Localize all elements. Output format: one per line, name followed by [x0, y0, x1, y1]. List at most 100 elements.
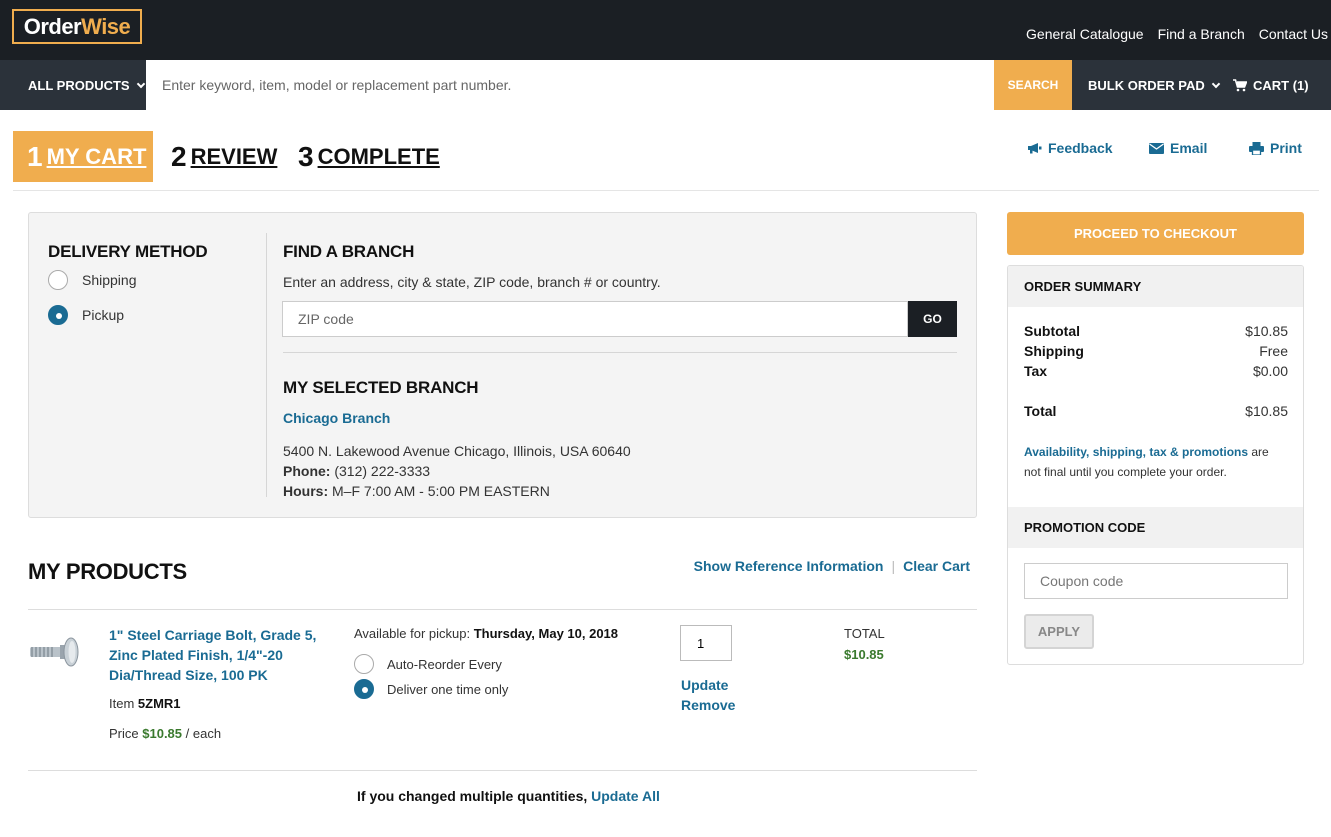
shipping-value: Free — [1259, 343, 1288, 359]
divider — [28, 770, 977, 771]
print-label: Print — [1270, 140, 1302, 156]
product-name-link[interactable]: 1" Steel Carriage Bolt, Grade 5, Zinc Pl… — [109, 625, 329, 685]
bulk-order-label: BULK ORDER PAD — [1088, 77, 1205, 93]
subtotal-value: $10.85 — [1245, 323, 1288, 339]
all-products-dropdown[interactable]: ALL PRODUCTS — [0, 60, 146, 110]
megaphone-icon — [1028, 143, 1042, 154]
phone-value: (312) 222-3333 — [334, 463, 431, 479]
product-actions: Show Reference Information | Clear Cart — [694, 558, 970, 574]
cart-icon — [1233, 78, 1247, 91]
product-image[interactable] — [28, 632, 80, 672]
tax-value: $0.00 — [1252, 363, 1288, 379]
feedback-link[interactable]: Feedback — [1027, 140, 1113, 156]
logo[interactable]: OrderWise — [12, 9, 142, 44]
product-item-number: Item 5ZMR1 — [109, 696, 181, 711]
delivery-option-shipping[interactable]: Shipping — [48, 270, 137, 290]
logo-text-order: Order — [23, 14, 82, 39]
subtotal-label: Subtotal — [1024, 323, 1080, 339]
note-link[interactable]: Availability, shipping, tax & promotions — [1024, 445, 1248, 459]
availability-label: Available for pickup: — [354, 626, 471, 641]
price-value: $10.85 — [142, 726, 183, 741]
delivery-panel: DELIVERY METHOD Shipping Pickup FIND A B… — [28, 212, 977, 518]
email-label: Email — [1170, 140, 1208, 156]
update-all-link[interactable]: Update All — [591, 788, 660, 804]
quantity-input[interactable] — [680, 625, 732, 661]
search-button[interactable]: SEARCH — [994, 60, 1072, 110]
email-link[interactable]: Email — [1149, 140, 1207, 156]
find-branch-description: Enter an address, city & state, ZIP code… — [283, 274, 661, 290]
cart-button[interactable]: CART (1) — [1233, 60, 1309, 110]
summary-tax: Tax $0.00 — [1024, 363, 1288, 379]
branch-name-link[interactable]: Chicago Branch — [283, 410, 390, 426]
availability: Available for pickup: Thursday, May 10, … — [354, 626, 618, 641]
order-summary-panel: ORDER SUMMARY Subtotal $10.85 Shipping Fre… — [1007, 265, 1304, 665]
hours-value: M–F 7:00 AM - 5:00 PM EASTERN — [332, 483, 550, 499]
step-number: 1 — [27, 140, 43, 172]
summary-subtotal: Subtotal $10.85 — [1024, 323, 1288, 339]
branch-address: 5400 N. Lakewood Avenue Chicago, Illinoi… — [283, 443, 631, 459]
update-all-text: If you changed multiple quantities, — [357, 788, 588, 804]
radio-label: Deliver one time only — [387, 681, 509, 697]
step-label: REVIEW — [190, 143, 278, 169]
selected-branch-title: MY SELECTED BRANCH — [283, 378, 479, 397]
summary-shipping: Shipping Free — [1024, 343, 1288, 359]
divider — [266, 233, 267, 497]
branch-hours: Hours: M–F 7:00 AM - 5:00 PM EASTERN — [283, 481, 631, 501]
step-my-cart[interactable]: 1 MY CART — [13, 131, 153, 182]
branch-details: 5400 N. Lakewood Avenue Chicago, Illinoi… — [283, 441, 631, 501]
step-review[interactable]: 2 REVIEW — [171, 131, 277, 182]
separator: | — [891, 558, 896, 574]
show-reference-link[interactable]: Show Reference Information — [694, 558, 884, 574]
promotion-code-title: PROMOTION CODE — [1008, 507, 1303, 548]
my-products-title: MY PRODUCTS — [28, 559, 187, 584]
clear-cart-link[interactable]: Clear Cart — [903, 558, 970, 574]
total-value: $10.85 — [1245, 403, 1288, 419]
radio-button[interactable] — [354, 654, 374, 674]
total-label: Total — [1024, 403, 1057, 419]
logo-text-wise: Wise — [81, 14, 131, 39]
link-general-catalogue[interactable]: General Catalogue — [1026, 26, 1144, 42]
proceed-to-checkout-button[interactable]: PROCEED TO CHECKOUT — [1007, 212, 1304, 255]
delivery-option-pickup[interactable]: Pickup — [48, 305, 124, 325]
product-price: Price $10.85 / each — [109, 726, 221, 741]
remove-link[interactable]: Remove — [681, 697, 735, 713]
chevron-down-icon — [136, 79, 145, 88]
delivery-method-title: DELIVERY METHOD — [48, 242, 208, 261]
radio-button[interactable] — [48, 270, 68, 290]
divider — [28, 609, 977, 610]
step-complete[interactable]: 3 COMPLETE — [298, 131, 440, 182]
item-label: Item — [109, 696, 135, 711]
link-find-branch[interactable]: Find a Branch — [1158, 26, 1245, 42]
option-deliver-once[interactable]: Deliver one time only — [354, 679, 508, 699]
shipping-label: Shipping — [1024, 343, 1084, 359]
link-contact-us[interactable]: Contact Us — [1259, 26, 1328, 42]
radio-label: Auto-Reorder Every — [387, 656, 502, 672]
radio-button-selected[interactable] — [48, 305, 68, 325]
branch-phone: Phone: (312) 222-3333 — [283, 461, 631, 481]
order-summary-title: ORDER SUMMARY — [1008, 266, 1303, 307]
zip-code-input[interactable] — [282, 301, 908, 337]
printer-icon — [1249, 141, 1264, 155]
line-total-label: TOTAL — [844, 626, 885, 641]
item-number: 5ZMR1 — [137, 696, 181, 711]
search-input[interactable] — [146, 60, 994, 110]
hours-label: Hours: — [283, 483, 329, 499]
option-auto-reorder[interactable]: Auto-Reorder Every — [354, 654, 502, 674]
apply-button[interactable]: APPLY — [1024, 614, 1094, 649]
nav-bar: ALL PRODUCTS SEARCH BULK ORDER PAD CART … — [0, 60, 1331, 110]
top-links: General Catalogue Find a Branch Contact … — [1026, 26, 1328, 42]
print-link[interactable]: Print — [1249, 140, 1302, 156]
update-link[interactable]: Update — [681, 677, 728, 693]
radio-button-selected[interactable] — [354, 679, 374, 699]
bulk-order-pad-dropdown[interactable]: BULK ORDER PAD — [1088, 60, 1221, 110]
go-button[interactable]: GO — [908, 301, 957, 337]
top-bar: OrderWise General Catalogue Find a Branc… — [0, 0, 1331, 60]
coupon-code-input[interactable] — [1024, 563, 1288, 599]
find-branch-title: FIND A BRANCH — [283, 242, 415, 261]
cart-label: CART (1) — [1253, 77, 1309, 93]
all-products-label: ALL PRODUCTS — [28, 77, 130, 93]
divider — [13, 190, 1319, 191]
summary-note: Availability, shipping, tax & promotions… — [1024, 442, 1288, 482]
step-number: 2 — [171, 140, 187, 172]
summary-total: Total $10.85 — [1024, 403, 1288, 419]
